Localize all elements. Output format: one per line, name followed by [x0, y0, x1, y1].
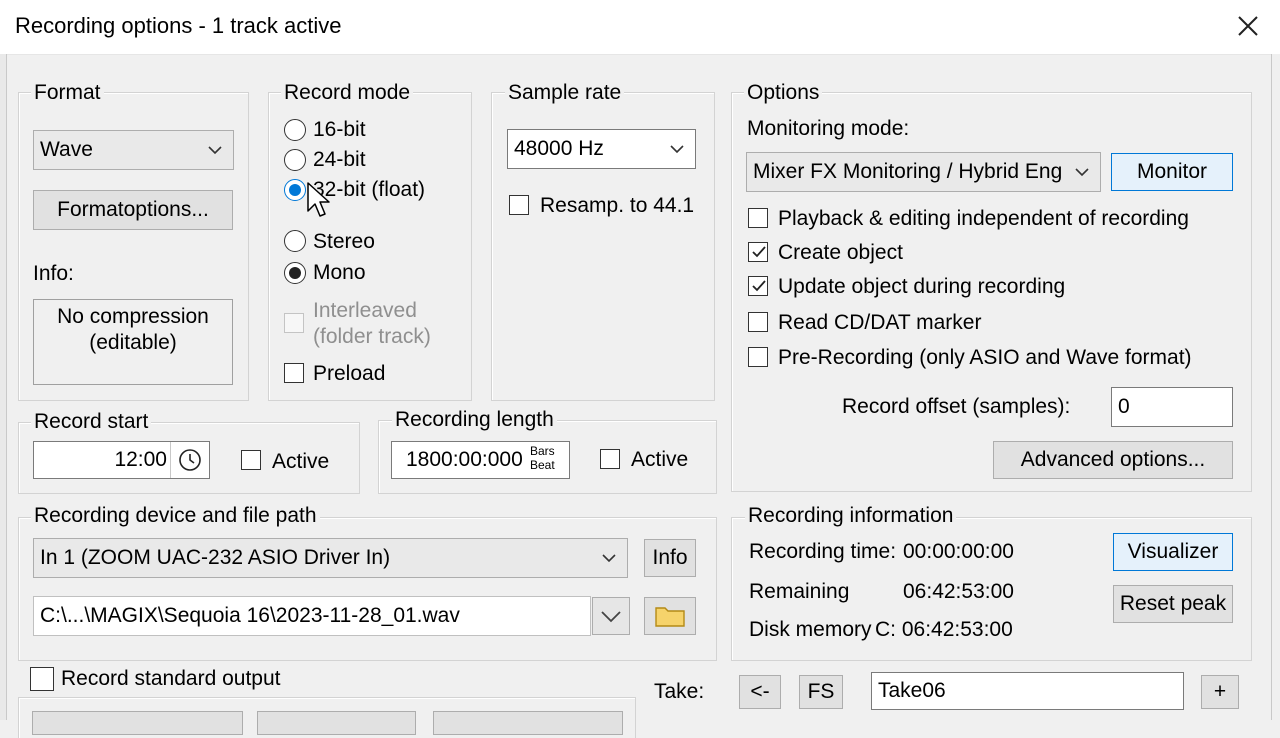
info-label: Info: — [33, 262, 74, 285]
fs-button[interactable]: FS — [799, 675, 843, 709]
format-select-value: Wave — [40, 138, 93, 161]
radio-24-bit[interactable] — [284, 149, 306, 171]
create-object-checkbox[interactable] — [748, 242, 768, 262]
remaining-label: Remaining — [749, 580, 850, 603]
update-object-checkbox[interactable] — [748, 276, 768, 296]
radio-32-bit-float[interactable] — [284, 179, 306, 201]
window-frame-right — [1271, 54, 1280, 720]
disk-memory-value: C: 06:42:53:00 — [875, 618, 1013, 641]
disk-memory-label: Disk memory — [749, 618, 872, 641]
create-object-label[interactable]: Create object — [778, 241, 903, 265]
resample-checkbox[interactable] — [509, 195, 529, 215]
radio-24-bit-label[interactable]: 24-bit — [313, 148, 366, 172]
info-line-1: No compression — [57, 305, 209, 328]
record-start-time-value: 12:00 — [114, 448, 167, 471]
unit-bars: Bars — [530, 444, 555, 458]
device-select[interactable]: In 1 (ZOOM UAC-232 ASIO Driver In) — [33, 538, 628, 578]
recording-length-input[interactable]: 1800:00:000 Bars Beat — [391, 441, 570, 479]
clock-icon[interactable] — [170, 442, 209, 478]
pre-recording-checkbox[interactable] — [748, 347, 768, 367]
playback-independent-label[interactable]: Playback & editing independent of record… — [778, 207, 1189, 231]
record-start-time-input[interactable]: 12:00 — [33, 441, 210, 479]
read-cd-dat-label[interactable]: Read CD/DAT marker — [778, 311, 981, 335]
close-icon[interactable] — [1228, 6, 1268, 46]
bottom-button-3[interactable] — [433, 711, 623, 735]
folder-icon — [655, 607, 685, 627]
preload-label[interactable]: Preload — [313, 362, 385, 386]
record-start-active-checkbox[interactable] — [241, 450, 261, 470]
interleaved-label-1: Interleaved — [313, 299, 417, 322]
record-start-active-label[interactable]: Active — [272, 450, 329, 474]
options-group-label: Options — [744, 81, 823, 105]
playback-independent-checkbox[interactable] — [748, 208, 768, 228]
radio-mono[interactable] — [284, 262, 306, 284]
record-start-group-label: Record start — [31, 410, 152, 434]
reset-peak-button[interactable]: Reset peak — [1113, 585, 1233, 623]
record-standard-output-checkbox[interactable] — [30, 667, 54, 691]
bottom-button-2[interactable] — [257, 711, 416, 735]
file-path-input[interactable]: C:\...\MAGIX\Sequoia 16\2023-11-28_01.wa… — [33, 596, 591, 636]
bottom-button-1[interactable] — [32, 711, 243, 735]
radio-16-bit-label[interactable]: 16-bit — [313, 118, 366, 142]
format-group-label: Format — [31, 81, 104, 105]
visualizer-button[interactable]: Visualizer — [1113, 533, 1233, 571]
chevron-down-icon — [601, 611, 621, 623]
next-take-button[interactable]: + — [1201, 675, 1239, 709]
record-offset-input[interactable]: 0 — [1111, 387, 1233, 427]
recording-length-value: 1800:00:000 — [406, 448, 523, 471]
device-group-label: Recording device and file path — [31, 504, 320, 528]
format-options-button[interactable]: Formatoptions... — [33, 190, 233, 230]
record-offset-label: Record offset (samples): — [842, 395, 1071, 418]
take-label: Take: — [654, 680, 705, 703]
monitoring-mode-label: Monitoring mode: — [747, 117, 910, 140]
window-title: Recording options - 1 track active — [15, 13, 342, 38]
sample-rate-value: 48000 Hz — [514, 137, 604, 160]
radio-stereo-label[interactable]: Stereo — [313, 230, 375, 254]
monitoring-mode-select[interactable]: Mixer FX Monitoring / Hybrid Eng — [746, 152, 1101, 192]
resample-label[interactable]: Resamp. to 44.1 — [540, 194, 694, 218]
browse-folder-button[interactable] — [644, 597, 696, 635]
sample-rate-select[interactable]: 48000 Hz — [507, 129, 696, 169]
interleaved-checkbox — [284, 313, 304, 333]
take-name-input[interactable]: Take06 — [871, 672, 1184, 710]
chevron-down-icon — [1074, 153, 1094, 177]
recording-length-group-label: Recording length — [392, 408, 557, 432]
info-line-2: (editable) — [89, 331, 177, 354]
chevron-down-icon — [601, 539, 621, 563]
remaining-value: 06:42:53:00 — [903, 580, 1014, 603]
interleaved-label-2: (folder track) — [313, 325, 431, 348]
read-cd-dat-checkbox[interactable] — [748, 312, 768, 332]
radio-mono-label[interactable]: Mono — [313, 261, 366, 285]
preload-checkbox[interactable] — [284, 363, 304, 383]
recording-time-value: 00:00:00:00 — [903, 540, 1014, 563]
window-frame-left — [0, 54, 7, 720]
recording-length-active-checkbox[interactable] — [600, 449, 620, 469]
device-select-value: In 1 (ZOOM UAC-232 ASIO Driver In) — [40, 546, 391, 569]
recording-info-group-label: Recording information — [745, 504, 957, 528]
update-object-label[interactable]: Update object during recording — [778, 275, 1065, 299]
record-mode-group-label: Record mode — [281, 81, 414, 105]
file-path-dropdown-button[interactable] — [592, 597, 630, 635]
record-standard-output-label[interactable]: Record standard output — [61, 667, 280, 691]
monitor-button[interactable]: Monitor — [1111, 153, 1233, 191]
recording-time-label: Recording time: — [749, 540, 897, 563]
chevron-down-icon — [669, 130, 689, 154]
sample-rate-group-label: Sample rate — [505, 81, 625, 105]
bars-beat-unit: Bars Beat — [530, 444, 555, 472]
monitoring-mode-value: Mixer FX Monitoring / Hybrid Eng — [753, 160, 1063, 183]
chevron-down-icon — [207, 131, 227, 155]
previous-take-button[interactable]: <- — [739, 675, 781, 709]
radio-stereo[interactable] — [284, 230, 306, 252]
device-info-button[interactable]: Info — [644, 539, 696, 577]
format-info-box: No compression (editable) — [33, 299, 233, 385]
pre-recording-label[interactable]: Pre-Recording (only ASIO and Wave format… — [778, 346, 1192, 370]
recording-length-active-label[interactable]: Active — [631, 448, 688, 472]
advanced-options-button[interactable]: Advanced options... — [993, 441, 1233, 479]
mouse-cursor-icon — [306, 181, 332, 227]
radio-16-bit[interactable] — [284, 119, 306, 141]
unit-beat: Beat — [530, 458, 555, 472]
format-select[interactable]: Wave — [33, 130, 234, 170]
